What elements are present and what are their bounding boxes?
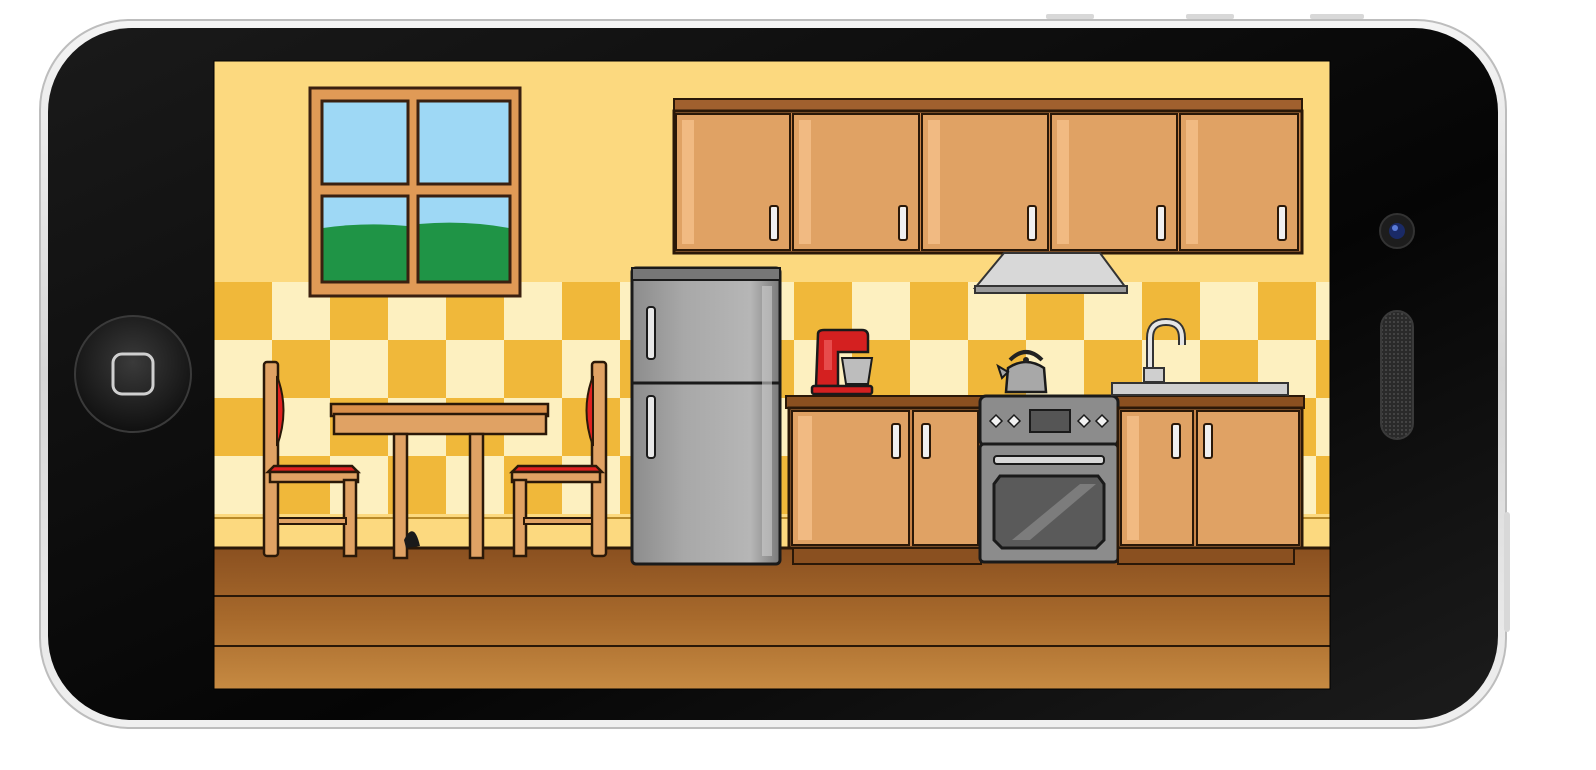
home-button[interactable] — [74, 315, 192, 433]
cabinet-highlight — [928, 120, 940, 244]
cabinet-highlight — [799, 120, 811, 244]
wall-tile — [562, 282, 620, 340]
wall-tile — [272, 456, 330, 514]
cabinet-handle — [1027, 205, 1037, 241]
cabinet-handle — [898, 205, 908, 241]
cabinet-highlight — [682, 120, 694, 244]
wall-tile — [214, 282, 272, 340]
camera-lens-icon — [1379, 213, 1415, 249]
mute-switch[interactable] — [1310, 14, 1364, 19]
wall-tile — [504, 340, 562, 398]
kitchen-floor — [214, 548, 1330, 689]
wall-tile — [446, 340, 504, 398]
upper-cabinets[interactable] — [672, 98, 1304, 255]
wall-tile — [330, 340, 388, 398]
window[interactable] — [308, 86, 522, 298]
volume-button-2[interactable] — [1186, 14, 1234, 19]
cabinet-handle — [1156, 205, 1166, 241]
cabinet-highlight — [1186, 120, 1198, 244]
wall-tile — [910, 282, 968, 340]
cabinet-handle — [769, 205, 779, 241]
cabinet-handle — [1277, 205, 1287, 241]
wall-tile — [504, 456, 562, 514]
wall-tile — [388, 340, 446, 398]
refrigerator[interactable] — [630, 266, 782, 566]
power-button[interactable] — [1504, 512, 1510, 632]
volume-button[interactable] — [1046, 14, 1094, 19]
speaker-grille-icon — [1380, 310, 1414, 440]
range-hood — [972, 252, 1128, 294]
wall-tile — [1258, 282, 1316, 340]
lower-cabinets-right[interactable] — [1116, 406, 1304, 565]
wall-tile — [1200, 282, 1258, 340]
stove-oven[interactable] — [978, 394, 1120, 564]
wall-tile — [910, 340, 968, 398]
lower-cabinets-left[interactable] — [787, 406, 983, 565]
cabinet-highlight — [1057, 120, 1069, 244]
game-screen[interactable] — [213, 60, 1374, 690]
wall-tile — [330, 456, 388, 514]
phone-device — [39, 14, 1510, 729]
